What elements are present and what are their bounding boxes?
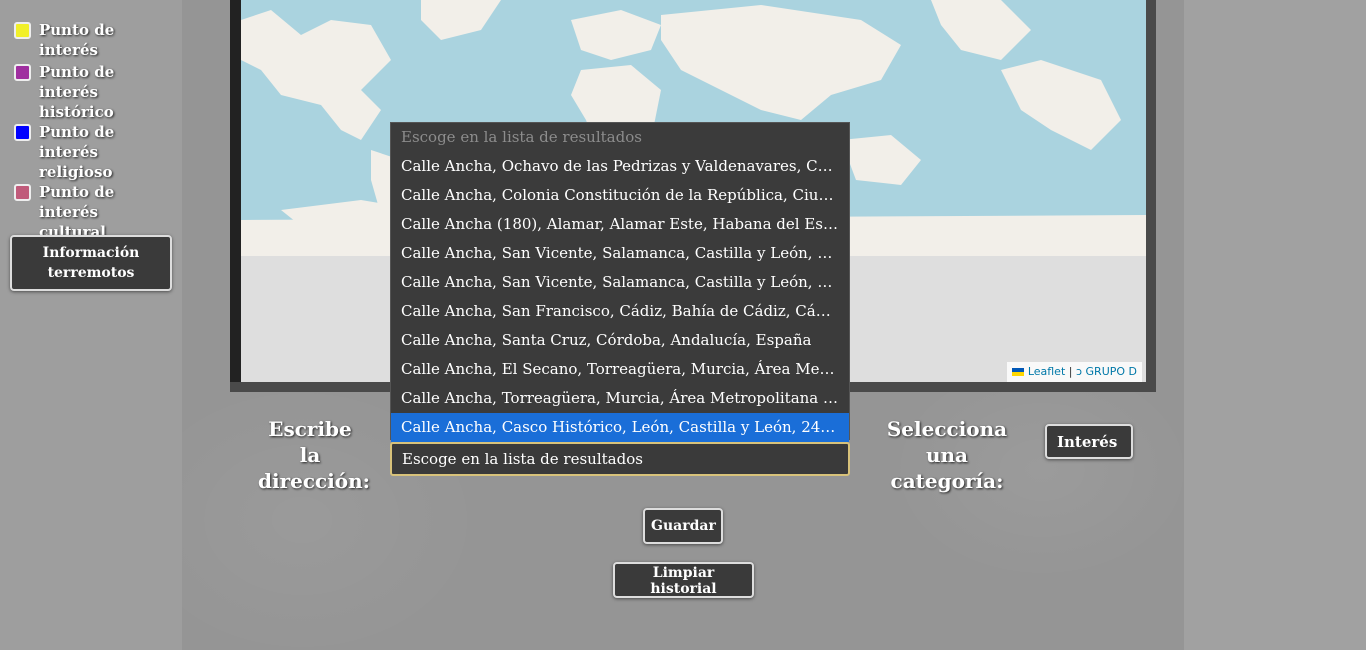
attribution-credit-link[interactable]: ↄ GRUPO D <box>1076 365 1137 378</box>
address-option[interactable]: Calle Ancha, San Vicente, Salamanca, Cas… <box>391 268 849 297</box>
category-select[interactable]: Interés <box>1045 424 1133 459</box>
address-option-highlighted[interactable]: Calle Ancha, Casco Histórico, León, Cast… <box>391 413 849 442</box>
legend-label-historic: Punto de interés histórico <box>39 63 115 121</box>
category-label: Selecciona una categoría: <box>886 417 1008 493</box>
earthquake-info-button[interactable]: Información terremotos <box>10 235 172 291</box>
legend-label-interest: Punto de interés <box>39 21 115 59</box>
legend-label-religious: Punto de interés religioso <box>39 123 115 181</box>
address-option[interactable]: Calle Ancha, San Francisco, Cádiz, Bahía… <box>391 297 849 326</box>
address-option[interactable]: Calle Ancha, Torreagüera, Murcia, Área M… <box>391 384 849 413</box>
legend-sidebar: Punto de interés Punto de interés histór… <box>0 0 182 650</box>
address-option[interactable]: Calle Ancha, Santa Cruz, Córdoba, Andalu… <box>391 326 849 355</box>
dropdown-placeholder: Escoge en la lista de resultados <box>401 128 642 146</box>
legend-swatch-religious <box>14 124 31 141</box>
legend-swatch-cultural <box>14 184 31 201</box>
save-button[interactable]: Guardar <box>643 508 723 544</box>
address-option[interactable]: Calle Ancha, San Vicente, Salamanca, Cas… <box>391 239 849 268</box>
legend-swatch-interest <box>14 22 31 39</box>
legend-item-religious: Punto de interés religioso <box>14 122 169 182</box>
leaflet-link[interactable]: Leaflet <box>1028 365 1065 378</box>
legend-swatch-historic <box>14 64 31 81</box>
legend-item-cultural: Punto de interés cultural <box>14 182 169 242</box>
address-option[interactable]: Calle Ancha, Ochavo de las Pedrizas y Va… <box>391 152 849 181</box>
address-option[interactable]: Calle Ancha (180), Alamar, Alamar Este, … <box>391 210 849 239</box>
right-panel <box>1184 0 1366 650</box>
attribution-separator: | <box>1068 365 1073 378</box>
address-label: Escribe la dirección: <box>258 417 371 493</box>
legend-label-cultural: Punto de interés cultural <box>39 183 115 241</box>
clear-history-button[interactable]: Limpiar historial <box>613 562 754 598</box>
address-select[interactable]: Escoge en la lista de resultados <box>390 442 850 476</box>
address-results-dropdown[interactable]: Escoge en la lista de resultados Calle A… <box>390 122 850 442</box>
map-attribution: Leaflet | ↄ GRUPO D <box>1006 362 1142 382</box>
legend-item-historic: Punto de interés histórico <box>14 62 169 122</box>
address-option[interactable]: Calle Ancha, Colonia Constitución de la … <box>391 181 849 210</box>
ukraine-flag-icon <box>1011 368 1024 376</box>
legend-item-interest: Punto de interés <box>14 20 169 60</box>
address-option[interactable]: Calle Ancha, El Secano, Torreagüera, Mur… <box>391 355 849 384</box>
